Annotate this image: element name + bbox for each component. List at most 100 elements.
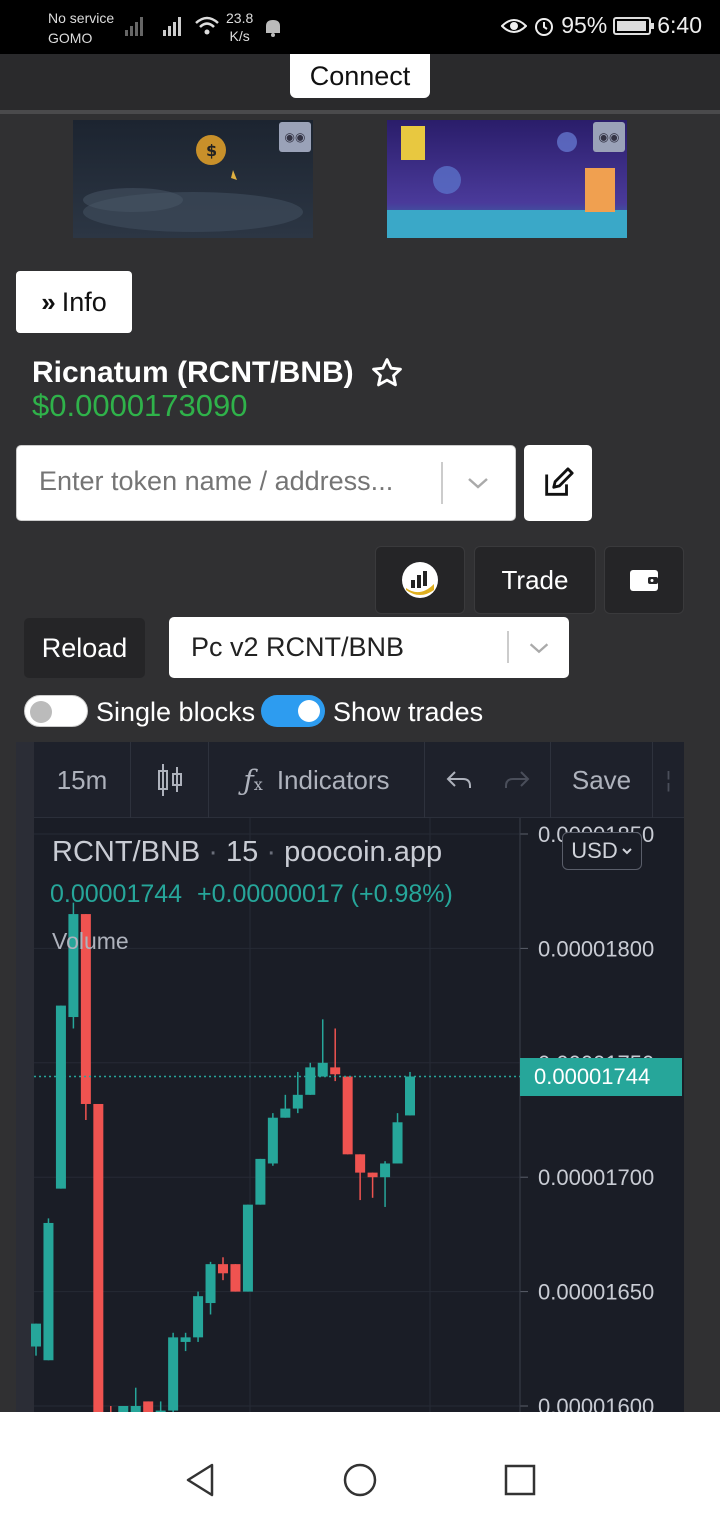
candle [267,1113,278,1166]
candle [305,1062,316,1095]
price-axis-label: 0.00001700 [538,1165,654,1190]
save-button[interactable]: Save [551,742,653,818]
trade-button-label: Trade [501,564,569,595]
back-icon[interactable] [184,1462,216,1498]
tradingview-chart[interactable]: 15m ƒx Indicators Save ¦ 0.00001800 0.00… [16,742,684,1412]
currency-chevron-icon [622,848,632,855]
info-button[interactable]: » Info [16,271,132,333]
candle [180,1332,191,1352]
candle [230,1264,241,1292]
candle [55,1005,66,1189]
candle-body [317,1062,328,1077]
chevron-down-icon[interactable] [463,468,493,498]
currency-select[interactable]: USD [562,832,642,870]
legend-dot-2: · [266,836,285,868]
ad-banner-left-image: $ [73,120,313,238]
chart-candles [31,902,415,1412]
ad-banner-right[interactable]: ◉◉ [387,120,627,238]
candle [93,1103,104,1412]
notification-icon [266,20,280,37]
redo-icon[interactable] [503,768,531,792]
ad-banner-right-image [387,120,627,238]
search-separator [441,462,443,504]
candle [130,1387,141,1412]
candle-body [305,1067,316,1095]
candle-body [242,1204,253,1292]
chart-logo-icon [402,562,438,598]
candle-body [380,1163,391,1178]
candle [292,1071,303,1114]
show-trades-toggle[interactable] [261,695,325,727]
wifi-icon [195,16,219,35]
connect-button[interactable]: Connect [290,54,430,98]
volume-label: Volume [52,928,129,954]
token-search-input[interactable] [39,466,439,497]
candle [330,1028,341,1082]
undo-redo-group [425,742,551,818]
token-search-select[interactable] [16,445,516,521]
chart-view-button[interactable] [375,546,465,614]
candle [218,1257,228,1281]
wallet-button[interactable] [604,546,684,614]
candle-body [180,1337,191,1342]
edit-button[interactable] [524,445,592,521]
candle [205,1261,216,1315]
toolbar-overflow-divider: ¦ [665,767,672,792]
indicators-button[interactable]: ƒx Indicators [209,742,425,818]
speed-value: 23.8 [226,10,254,26]
toolbar-overflow[interactable]: ¦ [653,742,684,818]
candle-body [255,1158,266,1205]
speed-unit: K/s [229,28,250,44]
last-price-tag: 0.00001744 [520,1057,682,1096]
undo-icon[interactable] [445,768,473,792]
candle-body [218,1264,228,1274]
pair-select-separator [507,631,509,663]
candle-body [367,1172,378,1178]
single-blocks-label: Single blocks [96,697,256,727]
single-blocks-toggle[interactable] [24,695,88,727]
wallet-icon [630,570,658,591]
token-title: Ricnatum (RCNT/BNB) [32,356,404,390]
recents-icon[interactable] [503,1463,537,1497]
ad-badge-icon: ◉◉ [279,122,311,152]
favorite-star-icon[interactable] [370,356,404,390]
candle-body [143,1401,154,1412]
candles-icon [157,764,182,796]
candle-body [55,1005,66,1189]
ad-banner-left[interactable]: $ ◉◉ [73,120,313,238]
page-content: Connect $ ◉◉ ◉◉ » Info Ricnatum (RCNT/BN… [0,54,720,1412]
home-icon[interactable] [342,1462,378,1498]
interval-button[interactable]: 15m [34,742,131,818]
battery-percent: 95% [561,12,608,38]
candle [31,1323,41,1356]
candle [242,1204,253,1292]
battery-icon [613,16,655,35]
price-axis-label: 0.00001600 [538,1394,654,1412]
pair-select[interactable]: Pc v2 RCNT/BNB [169,617,569,678]
price-axis: 0.000018500.000018000.000017500.00001700… [519,818,654,1412]
chart-type-button[interactable] [131,742,209,818]
candle-body [168,1337,179,1411]
candle [255,1158,266,1205]
candle [193,1291,204,1342]
trade-button[interactable]: Trade [474,546,596,614]
candle-body [31,1323,41,1347]
price-axis-label: 0.00001650 [538,1280,654,1305]
candle-body [230,1264,241,1292]
show-trades-label: Show trades [333,697,484,727]
candle-body [392,1122,403,1164]
candle-body [405,1076,415,1116]
carrier-line2: GOMO [48,30,93,46]
candle [405,1071,415,1116]
carrier-line1: No service [48,10,115,26]
candle [342,1076,353,1155]
candle-body [267,1117,278,1164]
reload-button[interactable]: Reload [24,618,145,678]
android-nav-bar [0,1412,720,1520]
double-chevron-icon: » [41,286,56,317]
eye-comfort-icon [501,18,528,33]
function-icon: ƒx [243,763,263,797]
clock: 6:40 [657,12,702,38]
top-bar: Connect [0,54,720,114]
chevron-down-icon-2[interactable] [525,634,553,662]
